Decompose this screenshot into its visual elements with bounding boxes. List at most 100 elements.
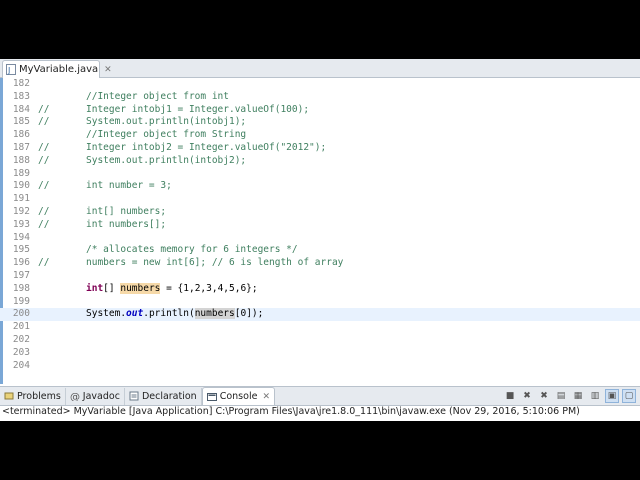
close-icon[interactable]: ✕: [104, 65, 112, 75]
bottom-tabbar: Problems @ Javadoc Declaration Console ✕ ■ ✖ …: [0, 386, 640, 406]
line-number: 203: [12, 346, 30, 358]
console-status: <terminated> MyVariable [Java Applicatio…: [2, 406, 580, 417]
code-token: //Integer object from String: [86, 129, 247, 141]
code-text: numbers = new int[6]; // 6 is length of …: [86, 257, 343, 270]
terminate-icon[interactable]: ■: [503, 389, 517, 403]
code-text: int numbers[];: [86, 219, 166, 232]
line-number: 194: [12, 231, 30, 243]
code-line[interactable]: 183 //Integer object from int: [0, 91, 640, 104]
code-editor[interactable]: 182 183//Integer object from int 184//Inte…: [0, 78, 640, 384]
svg-text:@: @: [70, 392, 80, 401]
line-number: 202: [12, 334, 30, 345]
editor-tab-myvariable[interactable]: J MyVariable.java ✕: [2, 60, 112, 78]
scroll-lock-icon[interactable]: ▦: [571, 389, 585, 403]
line-number: 193: [12, 218, 30, 230]
code-token: //Integer object from int: [86, 90, 229, 102]
code-line[interactable]: 195 /* allocates memory for 6 integers */: [0, 244, 640, 257]
clear-console-icon[interactable]: ▤: [554, 389, 568, 403]
code-line[interactable]: 182: [0, 78, 640, 91]
code-line[interactable]: 194: [0, 232, 640, 245]
declaration-icon: [129, 391, 139, 401]
line-number: 190: [12, 180, 30, 192]
code-text: System.out.println(intobj1);: [86, 116, 246, 129]
code-token: System.out.println(intobj1);: [86, 116, 247, 128]
code-line[interactable]: 185 // System.out.println(intobj1);: [0, 116, 640, 129]
code-line[interactable]: 199: [0, 296, 640, 309]
code-line[interactable]: 186 //Integer object from String: [0, 129, 640, 142]
code-line[interactable]: 202: [0, 334, 640, 347]
line-number: 188: [12, 154, 30, 166]
line-number: 196: [12, 257, 30, 269]
console-toolbar: ■ ✖ ✖ ▤ ▦ ▥ ▣ ▢: [503, 389, 636, 403]
code-text: //Integer object from String: [86, 129, 246, 142]
javadoc-icon: @: [70, 391, 80, 403]
code-line[interactable]: 187 // Integer intobj2 = Integer.valueOf("…: [0, 142, 640, 155]
line-number: 187: [12, 142, 30, 153]
code-line[interactable]: 190 // int number = 3;: [0, 180, 640, 193]
code-token: out: [126, 308, 144, 320]
word-wrap-icon[interactable]: ▥: [588, 389, 602, 403]
console-icon: [206, 392, 217, 402]
line-number: 200: [12, 308, 30, 320]
code-line[interactable]: 193 // int numbers[];: [0, 219, 640, 232]
code-text: int[] numbers = {1,2,3,4,5,6};: [86, 282, 258, 296]
remove-launch-icon[interactable]: ✖: [520, 389, 534, 403]
code-text: System.out.println(intobj2);: [86, 155, 246, 168]
code-line[interactable]: 203: [0, 347, 640, 360]
line-number: 204: [12, 359, 30, 371]
code-line[interactable]: 201: [0, 321, 640, 334]
comment-marker: //: [38, 154, 50, 166]
comment-marker: //: [38, 206, 50, 217]
code-token: int[] numbers;: [86, 206, 167, 217]
code-token: Integer intobj1 = Integer.valueOf(100);: [86, 103, 310, 115]
pin-console-icon[interactable]: ▣: [605, 389, 619, 403]
editor-tab-label: MyVariable.java: [19, 64, 99, 75]
code-line[interactable]: 184 // Integer intobj1 = Integer.valueOf(1…: [0, 104, 640, 117]
code-line[interactable]: 189: [0, 168, 640, 181]
code-line[interactable]: 188 // System.out.println(intobj2);: [0, 155, 640, 168]
code-text: //Integer object from int: [86, 91, 229, 104]
code-token: /* allocates memory for 6 integers */: [86, 244, 298, 256]
code-token: int numbers[];: [86, 218, 167, 230]
code-token: = {1,2,3,4,5,6};: [160, 282, 258, 294]
eclipse-window: J MyVariable.java ✕ 182 183 //Integer obje…: [0, 59, 640, 421]
close-icon[interactable]: ✕: [262, 392, 270, 402]
code-line[interactable]: 200 System.out.println(numbers[0]);: [0, 308, 640, 322]
code-line[interactable]: 198 int[] numbers = {1,2,3,4,5,6};: [0, 282, 640, 296]
code-token: int number = 3;: [86, 180, 172, 192]
display-console-icon[interactable]: ▢: [622, 389, 636, 403]
line-number: 201: [12, 321, 30, 333]
code-line[interactable]: 191: [0, 193, 640, 206]
tab-label: Console: [219, 391, 258, 402]
line-number: 186: [12, 129, 30, 141]
code-token: System.out.println(intobj2);: [86, 154, 247, 166]
tab-declaration[interactable]: Declaration: [125, 387, 202, 405]
code-line[interactable]: 192 // int[] numbers;: [0, 206, 640, 219]
java-file-icon: J: [6, 64, 16, 75]
line-number: 191: [12, 193, 30, 205]
remove-all-icon[interactable]: ✖: [537, 389, 551, 403]
line-number: 189: [12, 167, 30, 179]
tab-label: Javadoc: [82, 390, 120, 402]
code-text: int number = 3;: [86, 180, 172, 193]
line-number: 198: [12, 282, 30, 294]
code-text: /* allocates memory for 6 integers */: [86, 244, 298, 257]
line-number: 184: [12, 103, 30, 115]
tab-problems[interactable]: Problems: [0, 387, 66, 405]
editor-tabbar: J MyVariable.java ✕: [0, 59, 640, 78]
line-number: 185: [12, 116, 30, 128]
tab-javadoc[interactable]: @ Javadoc: [66, 387, 125, 405]
code-text: System.out.println(numbers[0]);: [86, 308, 263, 321]
highlighted-token: numbers: [194, 308, 235, 320]
code-line[interactable]: 196 // numbers = new int[6]; // 6 is lengt…: [0, 257, 640, 270]
code-token: []: [103, 282, 121, 294]
comment-marker: //: [38, 180, 50, 192]
code-token: System.: [86, 308, 127, 320]
svg-text:J: J: [7, 66, 10, 75]
tab-console[interactable]: Console ✕: [201, 387, 275, 405]
tab-label: Declaration: [141, 390, 197, 402]
line-number: 197: [12, 270, 30, 281]
line-number: 199: [12, 295, 30, 307]
code-line[interactable]: 197: [0, 270, 640, 283]
code-line[interactable]: 204: [0, 360, 640, 373]
